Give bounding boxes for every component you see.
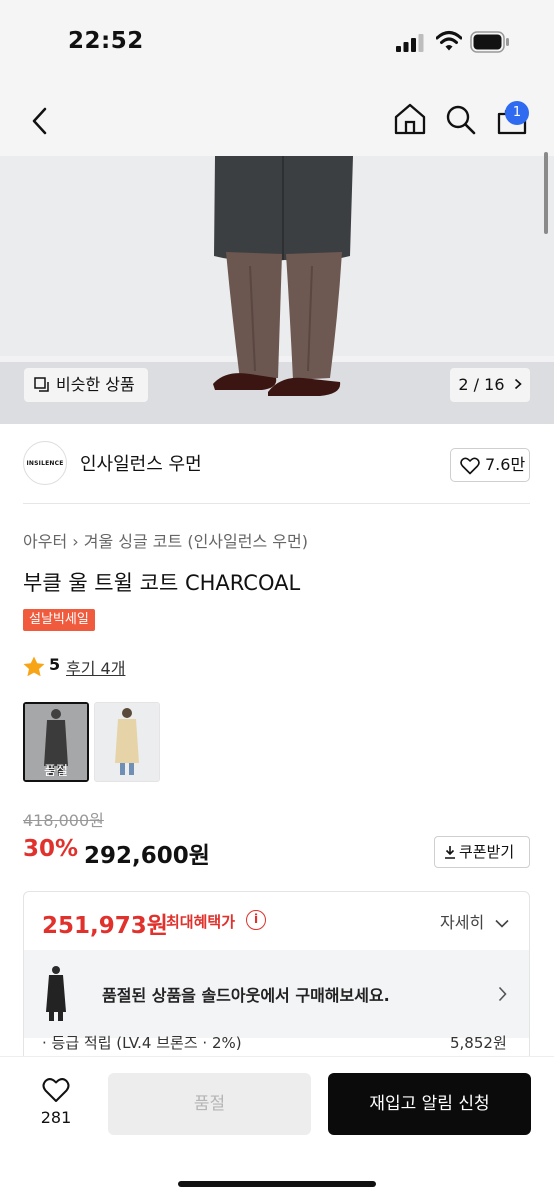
info-icon[interactable]: i (246, 910, 266, 930)
status-time: 22:52 (68, 28, 144, 54)
star-icon (23, 656, 45, 677)
detail-label: 자세히 (440, 913, 485, 932)
coat-thumbnail (46, 966, 66, 1021)
home-indicator[interactable] (178, 1181, 376, 1187)
back-icon[interactable] (30, 106, 50, 136)
chevron-right-icon (498, 986, 507, 1002)
wishlist-count: 281 (40, 1108, 72, 1127)
similar-products-label: 비슷한 상품 (56, 375, 135, 394)
product-title: 부클 울 트윌 코트 CHARCOAL (23, 571, 301, 595)
review-count-link[interactable]: 후기 4개 (66, 655, 125, 679)
coupon-download-button[interactable]: 쿠폰받기 (434, 836, 530, 868)
cart-count-badge: 1 (505, 101, 529, 125)
max-benefit-label: 최대혜택가 (166, 913, 236, 931)
search-icon[interactable] (445, 104, 477, 136)
benefit-detail-toggle[interactable]: 자세히 (440, 909, 509, 933)
similar-products-button[interactable]: 비슷한 상품 (24, 368, 148, 402)
max-benefit-panel: 251,973원 최대혜택가 i 자세히 품절된 상품을 솔드아웃에서 구매해보… (23, 891, 530, 1061)
scroll-indicator[interactable] (544, 152, 548, 234)
grade-points-label: · 등급 적립 (LV.4 브론즈 · 2%) (42, 1034, 242, 1052)
heart-icon (460, 457, 480, 475)
divider (23, 503, 530, 504)
similar-items-icon (34, 377, 49, 392)
home-icon[interactable] (393, 103, 427, 135)
chevron-down-icon (495, 919, 509, 928)
brand-logo[interactable]: INSILENCE (23, 441, 67, 485)
image-page-indicator[interactable]: 2 / 16 (450, 368, 530, 402)
soldout-banner-text: 품절된 상품을 솔드아웃에서 구매해보세요. (102, 986, 390, 1005)
cellular-signal-icon (396, 34, 424, 52)
wishlist-heart-icon[interactable] (42, 1077, 70, 1103)
soldout-button[interactable]: 품절 (108, 1073, 311, 1135)
discount-rate: 30% (23, 836, 79, 862)
breadcrumb-item-outer[interactable]: 아우터 (23, 532, 67, 551)
brand-like-button[interactable]: 7.6만 (450, 448, 530, 482)
soldout-market-banner[interactable]: 품절된 상품을 솔드아웃에서 구매해보세요. (24, 950, 529, 1038)
rating-value: 5 (49, 655, 61, 674)
chevron-right-icon (514, 378, 522, 390)
wifi-icon (436, 31, 462, 51)
coupon-label: 쿠폰받기 (459, 843, 515, 861)
breadcrumb: 아우터 › 겨울 싱글 코트 (인사일런스 우먼) (23, 528, 308, 552)
color-option-charcoal[interactable]: 품절 (23, 702, 89, 782)
brand-name[interactable]: 인사일런스 우먼 (80, 450, 202, 476)
battery-icon (470, 31, 509, 53)
breadcrumb-item-category[interactable]: 겨울 싱글 코트 (인사일런스 우먼) (84, 532, 308, 551)
breadcrumb-separator-icon: › (72, 532, 84, 551)
sale-badge: 설날빅세일 (23, 609, 95, 631)
thumbnail-image (95, 703, 159, 781)
brand-like-count: 7.6만 (485, 455, 526, 474)
restock-alert-button[interactable]: 재입고 알림 신청 (328, 1073, 531, 1135)
max-benefit-price: 251,973원 (42, 913, 168, 939)
grade-points-value: 5,852원 (450, 1034, 507, 1052)
page-indicator-text: 2 / 16 (458, 375, 505, 394)
color-option-beige[interactable] (94, 702, 160, 782)
original-price: 418,000원 (23, 811, 104, 830)
soldout-label: 품절 (44, 764, 68, 779)
download-icon (445, 846, 455, 859)
sale-price: 292,600원 (84, 843, 210, 869)
